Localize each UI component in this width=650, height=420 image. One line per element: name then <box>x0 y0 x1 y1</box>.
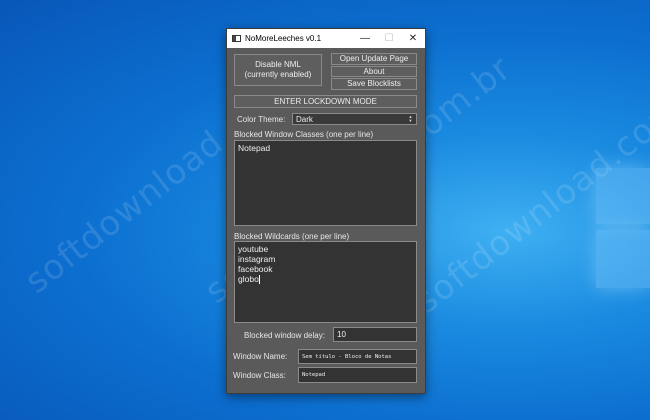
maximize-button[interactable]: ☐ <box>377 29 401 48</box>
open-update-page-button[interactable]: Open Update Page <box>331 53 417 65</box>
textarea-line: facebook <box>238 264 273 274</box>
chevron-updown-icon: ▲ ▼ <box>408 114 413 123</box>
window-class-field[interactable]: Notepad <box>298 367 417 383</box>
delay-label: Blocked window delay: <box>244 331 325 340</box>
textarea-line: youtube <box>238 244 269 254</box>
delay-value: 10 <box>337 330 346 339</box>
textarea-line: globo <box>238 274 260 285</box>
app-window: NoMoreLeeches v0.1 — ☐ ✕ Disable NML (cu… <box>226 28 426 394</box>
maximize-icon: ☐ <box>384 33 394 44</box>
blocked-classes-label: Blocked Window Classes (one per line) <box>234 130 374 139</box>
disable-nml-button[interactable]: Disable NML (currently enabled) <box>234 54 322 86</box>
color-theme-label: Color Theme: <box>237 115 286 124</box>
lockdown-button[interactable]: ENTER LOCKDOWN MODE <box>234 95 417 108</box>
textarea-line: Notepad <box>238 143 271 153</box>
app-icon <box>232 35 241 42</box>
textarea-line: instagram <box>238 254 276 264</box>
desktop: softdownload.com.br softdownload.com.br … <box>0 0 650 420</box>
close-icon: ✕ <box>408 33 418 44</box>
blocked-classes-textarea[interactable]: Notepad <box>234 140 417 226</box>
blocked-wildcards-label: Blocked Wildcards (one per line) <box>234 232 350 241</box>
windows-logo <box>596 168 650 288</box>
save-blocklists-button[interactable]: Save Blocklists <box>331 78 417 90</box>
window-class-value: Notepad <box>302 372 326 378</box>
color-theme-value: Dark <box>296 114 313 124</box>
about-button[interactable]: About <box>331 66 417 77</box>
text-caret <box>258 275 260 285</box>
window-class-label: Window Class: <box>233 371 286 380</box>
color-theme-select[interactable]: Dark ▲ ▼ <box>292 113 417 125</box>
titlebar[interactable]: NoMoreLeeches v0.1 — ☐ ✕ <box>227 29 425 48</box>
delay-input[interactable]: 10 <box>333 327 417 342</box>
minimize-button[interactable]: — <box>353 29 377 48</box>
minimize-icon: — <box>360 33 370 44</box>
blocked-wildcards-textarea[interactable]: youtube instagram facebook globo <box>234 241 417 323</box>
window-name-label: Window Name: <box>233 352 288 361</box>
close-button[interactable]: ✕ <box>401 29 425 48</box>
window-title: NoMoreLeeches v0.1 <box>245 34 322 43</box>
window-name-field[interactable]: Sem título - Bloco de Notas <box>298 349 417 364</box>
window-name-value: Sem título - Bloco de Notas <box>302 353 392 360</box>
window-content: Disable NML (currently enabled) Open Upd… <box>227 49 425 393</box>
